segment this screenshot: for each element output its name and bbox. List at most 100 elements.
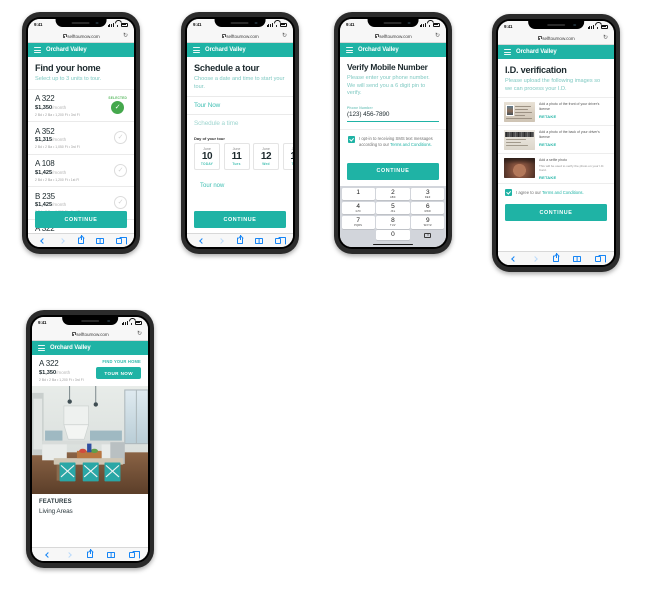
find-your-home-link[interactable]: FIND YOUR HOME — [96, 359, 141, 364]
tabs-icon[interactable] — [115, 236, 128, 245]
browser-address-bar[interactable]: selftournow.com ↻ — [187, 30, 293, 43]
unit-info: A 322 $1,350/month 2 Bd • 2 Ba • 1,200 F… — [35, 94, 80, 117]
notch — [214, 19, 266, 27]
check-icon-selected[interactable]: ✓ — [111, 101, 125, 115]
optin-row[interactable]: I opt-in to receiving SMS text messages … — [340, 128, 446, 148]
continue-button[interactable]: CONTINUE — [505, 204, 607, 222]
agree-checkbox[interactable] — [505, 189, 512, 197]
phone-number-input[interactable]: (123) 456-7890 — [347, 111, 439, 122]
keypad-key-4[interactable]: 4 GHI — [341, 201, 375, 215]
hamburger-icon[interactable] — [346, 47, 353, 53]
forward-button[interactable] — [217, 237, 225, 245]
id-upload-row[interactable]: Add a photo of the front of your driver'… — [498, 97, 614, 125]
book-icon[interactable] — [96, 237, 104, 245]
tabs-icon[interactable] — [594, 254, 607, 263]
date-card[interactable]: June 12 Wed — [253, 143, 279, 170]
unit-row[interactable]: A 352 $1,315/month 2 Bd • 2 Ba • 1,050 F… — [28, 121, 134, 154]
tabs-icon[interactable] — [274, 236, 287, 245]
book-icon[interactable] — [573, 255, 581, 263]
keypad-key-8[interactable]: 8 TUV — [376, 215, 410, 229]
terms-link[interactable]: Terms and Conditions. — [390, 142, 432, 147]
back-button[interactable] — [39, 237, 47, 245]
retake-button[interactable]: RETAKE — [539, 142, 608, 147]
browser-address-bar[interactable]: selftournow.com ↻ — [32, 328, 148, 341]
browser-address-bar[interactable]: selftournow.com ↻ — [498, 32, 614, 45]
phone-bezel: 9:41 selftournow.com ↻ Or — [30, 315, 150, 563]
continue-button[interactable]: CONTINUE — [347, 162, 439, 180]
selfie-thumbnail[interactable] — [504, 157, 535, 178]
back-button[interactable] — [44, 551, 52, 559]
share-icon[interactable] — [236, 235, 244, 245]
tabs-icon[interactable] — [128, 550, 141, 559]
keypad-key-1[interactable]: 1 — [341, 187, 375, 201]
forward-button[interactable] — [58, 237, 66, 245]
browser-address-bar[interactable]: selftournow.com ↻ — [28, 30, 134, 43]
continue-button[interactable]: CONTINUE — [35, 211, 127, 228]
option-tour-now[interactable]: Tour Now — [187, 96, 293, 114]
url-pill[interactable]: selftournow.com — [62, 34, 100, 39]
keypad-key-9[interactable]: 9 WXYZ — [411, 215, 445, 229]
unit-period: /month — [52, 137, 67, 143]
keypad-key-0[interactable]: 0 — [376, 230, 410, 240]
lock-icon — [221, 34, 226, 38]
book-icon[interactable] — [255, 237, 263, 245]
date-picker[interactable]: June 10 TODAY June 11 Tues June 12 Wed — [187, 143, 293, 170]
backspace-icon[interactable] — [411, 230, 444, 240]
share-icon[interactable] — [86, 549, 94, 559]
book-icon[interactable] — [107, 551, 115, 559]
forward-button[interactable] — [65, 551, 73, 559]
key-letters: PQRS — [354, 225, 363, 227]
page-heading-block: Verify Mobile Number Please enter your p… — [340, 57, 446, 98]
keypad-key-7[interactable]: 7 PQRS — [341, 215, 375, 229]
hamburger-icon[interactable] — [38, 345, 45, 351]
phone-number-field[interactable]: Phone Number (123) 456-7890 — [340, 102, 446, 125]
date-card[interactable]: June 10 TODAY — [194, 143, 220, 170]
keypad-key-3[interactable]: 3 DEF — [411, 187, 445, 201]
numeric-keypad[interactable]: 1 2 ABC 3 DEF 4 GHI 5 JKL 6 MNO 7 PQRS 8 TUV 9W… — [340, 185, 446, 242]
optin-checkbox[interactable] — [348, 135, 355, 143]
id-upload-row[interactable]: Add a photo of the back of your driver's… — [498, 125, 614, 153]
reload-icon[interactable]: ↻ — [137, 331, 142, 337]
tour-now-button[interactable]: TOUR NOW — [96, 367, 141, 379]
date-card[interactable]: June 11 Tues — [223, 143, 250, 170]
license-back-thumbnail[interactable] — [504, 129, 535, 150]
share-icon[interactable] — [77, 235, 85, 245]
reload-icon[interactable]: ↻ — [282, 33, 287, 39]
keypad-key-6[interactable]: 6 MNO — [411, 201, 445, 215]
url-pill[interactable]: selftournow.com — [374, 34, 412, 39]
url-pill[interactable]: selftournow.com — [537, 36, 575, 41]
option-schedule-a-time[interactable]: Schedule a time — [187, 114, 293, 132]
continue-button[interactable]: CONTINUE — [194, 211, 286, 228]
back-button[interactable] — [510, 255, 518, 263]
date-day: 12 — [260, 150, 272, 162]
hamburger-icon[interactable] — [34, 47, 41, 53]
phone-bezel: 9:41 selftournow.com ↻ Or — [338, 17, 448, 249]
terms-link[interactable]: Terms and Conditions. — [542, 190, 584, 195]
unit-select-control[interactable]: SELECTED ✓ — [108, 96, 127, 115]
check-icon[interactable]: ✓ — [114, 196, 127, 210]
url-pill[interactable]: selftournow.com — [221, 34, 259, 39]
unit-row[interactable]: A 322 $1,350/month 2 Bd • 2 Ba • 1,200 F… — [28, 88, 134, 122]
retake-button[interactable]: RETAKE — [539, 175, 608, 180]
unit-row[interactable]: A 108 $1,425/month 2 Bd • 2 Ba • 1,200 F… — [28, 153, 134, 187]
url-pill[interactable]: selftournow.com — [71, 332, 109, 337]
keypad-key-5[interactable]: 5 JKL — [376, 201, 410, 215]
browser-address-bar[interactable]: selftournow.com ↻ — [340, 30, 446, 43]
keypad-key-2[interactable]: 2 ABC — [376, 187, 410, 201]
hamburger-icon[interactable] — [504, 49, 511, 55]
retake-button[interactable]: RETAKE — [539, 114, 608, 119]
reload-icon[interactable]: ↻ — [603, 35, 608, 41]
reload-icon[interactable]: ↻ — [123, 33, 128, 39]
back-button[interactable] — [198, 237, 206, 245]
date-card[interactable]: June 13 Thur — [282, 143, 293, 170]
hamburger-icon[interactable] — [193, 47, 200, 53]
license-front-thumbnail[interactable] — [504, 101, 535, 122]
id-upload-row[interactable]: Add a selfie photo This will be used to … — [498, 153, 614, 183]
forward-button[interactable] — [531, 255, 539, 263]
share-icon[interactable] — [552, 253, 560, 263]
reload-icon[interactable]: ↻ — [435, 33, 440, 39]
tour-now-link[interactable]: Tour now — [187, 170, 293, 189]
check-icon[interactable]: ✓ — [114, 163, 127, 177]
agree-row[interactable]: I agree to our Terms and Conditions. — [498, 183, 614, 201]
check-icon[interactable]: ✓ — [114, 131, 127, 145]
